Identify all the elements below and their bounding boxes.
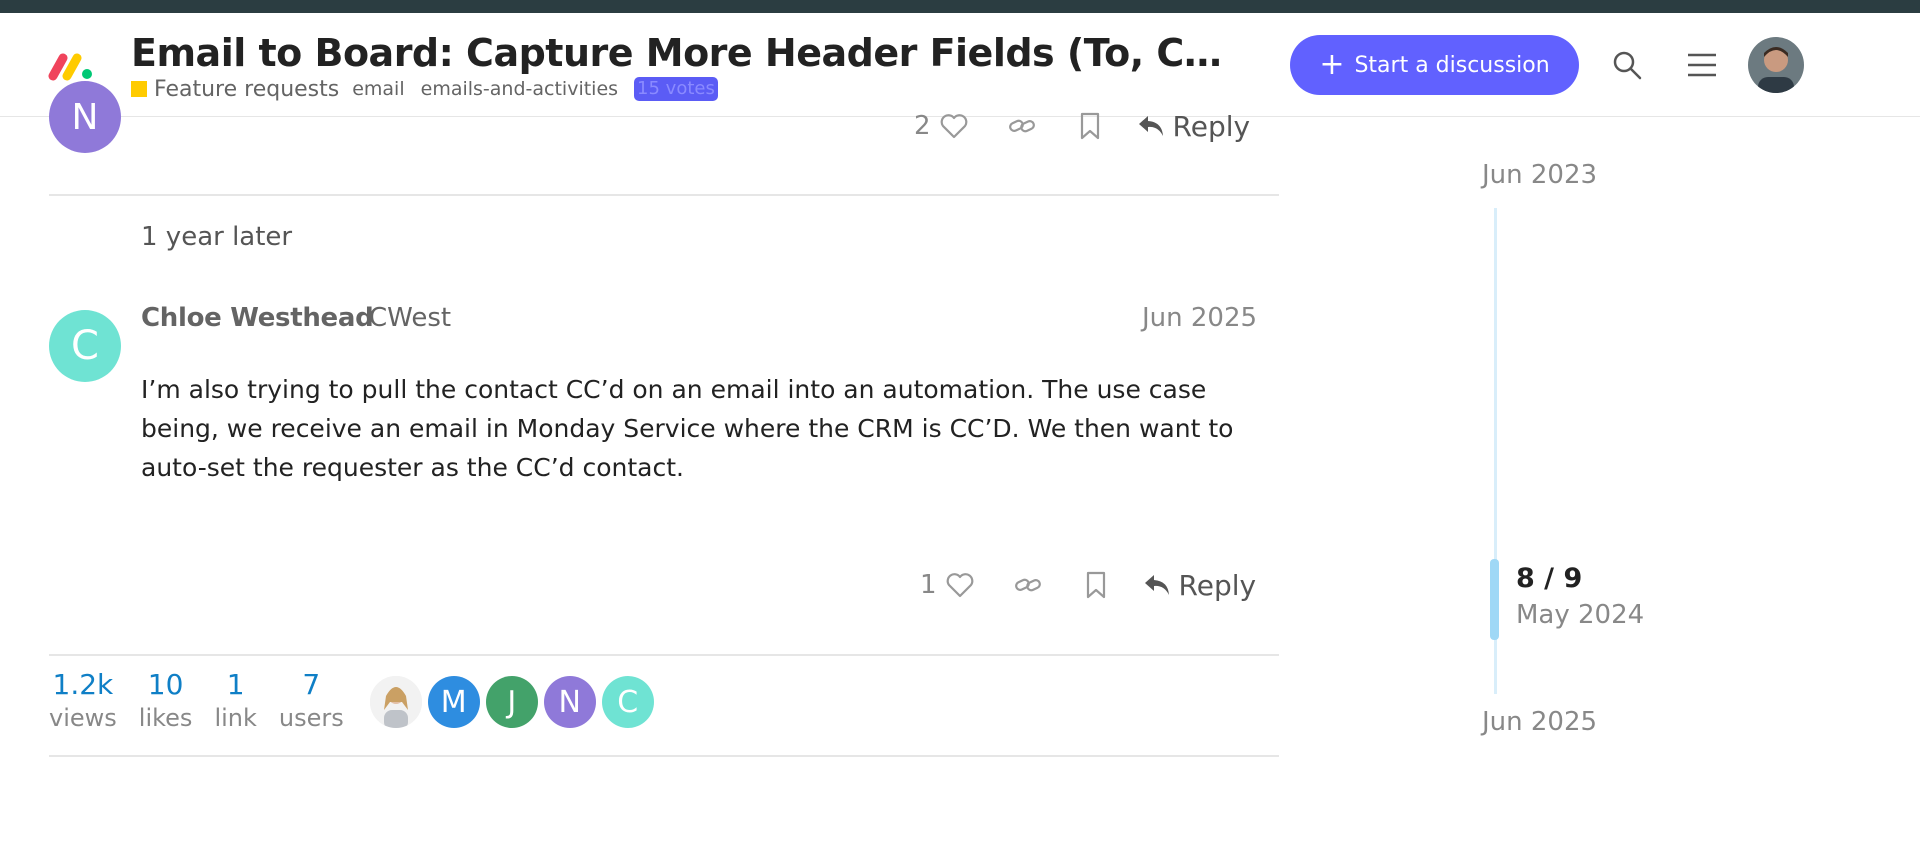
- stat-label: likes: [138, 704, 193, 732]
- stat-value: 1.2k: [52, 668, 114, 701]
- post-author-avatar[interactable]: C: [49, 310, 121, 382]
- previous-post-actions: 2 Reply: [914, 109, 1250, 143]
- heart-icon[interactable]: [943, 568, 977, 602]
- timeline-end-date[interactable]: Jun 2025: [1482, 707, 1597, 737]
- summary-divider-bottom: [49, 755, 1279, 757]
- reply-arrow-icon: [1138, 116, 1163, 136]
- plus-icon: +: [1319, 47, 1345, 82]
- reply-arrow-icon: [1144, 575, 1169, 595]
- post-divider: [49, 194, 1279, 196]
- stat-users[interactable]: 7 users: [279, 668, 344, 734]
- topic-summary: 1.2k views 10 likes 1 link 7 users M J N…: [49, 668, 660, 734]
- like-count: 2: [914, 111, 931, 141]
- reply-button[interactable]: Reply: [1143, 568, 1257, 602]
- link-icon[interactable]: [1005, 109, 1039, 143]
- reply-label: Reply: [1178, 568, 1257, 602]
- stat-label: views: [49, 704, 117, 732]
- stat-value: 10: [147, 668, 184, 701]
- post-stream: N 2 Reply 1 year later C Chloe Westhead …: [0, 0, 1300, 841]
- stat-value: 1: [226, 668, 245, 701]
- timeline-handle[interactable]: [1490, 559, 1499, 640]
- post-body: I’m also trying to pull the contact CC’d…: [141, 375, 1234, 482]
- bookmark-icon[interactable]: [1073, 109, 1107, 143]
- stat-links[interactable]: 1 link: [214, 668, 256, 734]
- bookmark-icon[interactable]: [1079, 568, 1113, 602]
- participant-avatars: M J N C: [369, 676, 660, 728]
- like-count: 1: [920, 570, 937, 600]
- reply-button[interactable]: Reply: [1137, 109, 1251, 143]
- post-author-username[interactable]: CWest: [369, 303, 451, 333]
- reply-label: Reply: [1172, 109, 1251, 143]
- participant-avatar[interactable]: J: [485, 676, 538, 728]
- stat-label: users: [278, 704, 344, 732]
- post-author-name[interactable]: Chloe Westhead: [141, 303, 374, 333]
- stat-value: 7: [302, 668, 321, 701]
- participant-avatar[interactable]: N: [543, 676, 596, 728]
- participant-avatar-photo[interactable]: [369, 676, 422, 728]
- heart-icon[interactable]: [937, 109, 971, 143]
- previous-post-avatar[interactable]: N: [49, 81, 121, 153]
- topic-timeline: Jun 2023 8 / 9 May 2024 Jun 2025: [1440, 0, 1880, 841]
- stat-label: link: [214, 704, 257, 732]
- participant-avatar[interactable]: C: [601, 676, 654, 728]
- stat-views: 1.2k views: [49, 668, 117, 734]
- timeline-position: 8 / 9: [1516, 563, 1583, 594]
- participant-avatar[interactable]: M: [427, 676, 480, 728]
- timeline-start-date[interactable]: Jun 2023: [1482, 160, 1597, 190]
- summary-divider-top: [49, 654, 1279, 656]
- post-date[interactable]: Jun 2025: [1142, 303, 1258, 333]
- timeline-current-date: May 2024: [1516, 600, 1645, 630]
- link-icon[interactable]: [1011, 568, 1045, 602]
- post-actions: 1 Reply: [920, 568, 1256, 602]
- stat-likes: 10 likes: [139, 668, 193, 734]
- time-gap-label: 1 year later: [141, 222, 293, 252]
